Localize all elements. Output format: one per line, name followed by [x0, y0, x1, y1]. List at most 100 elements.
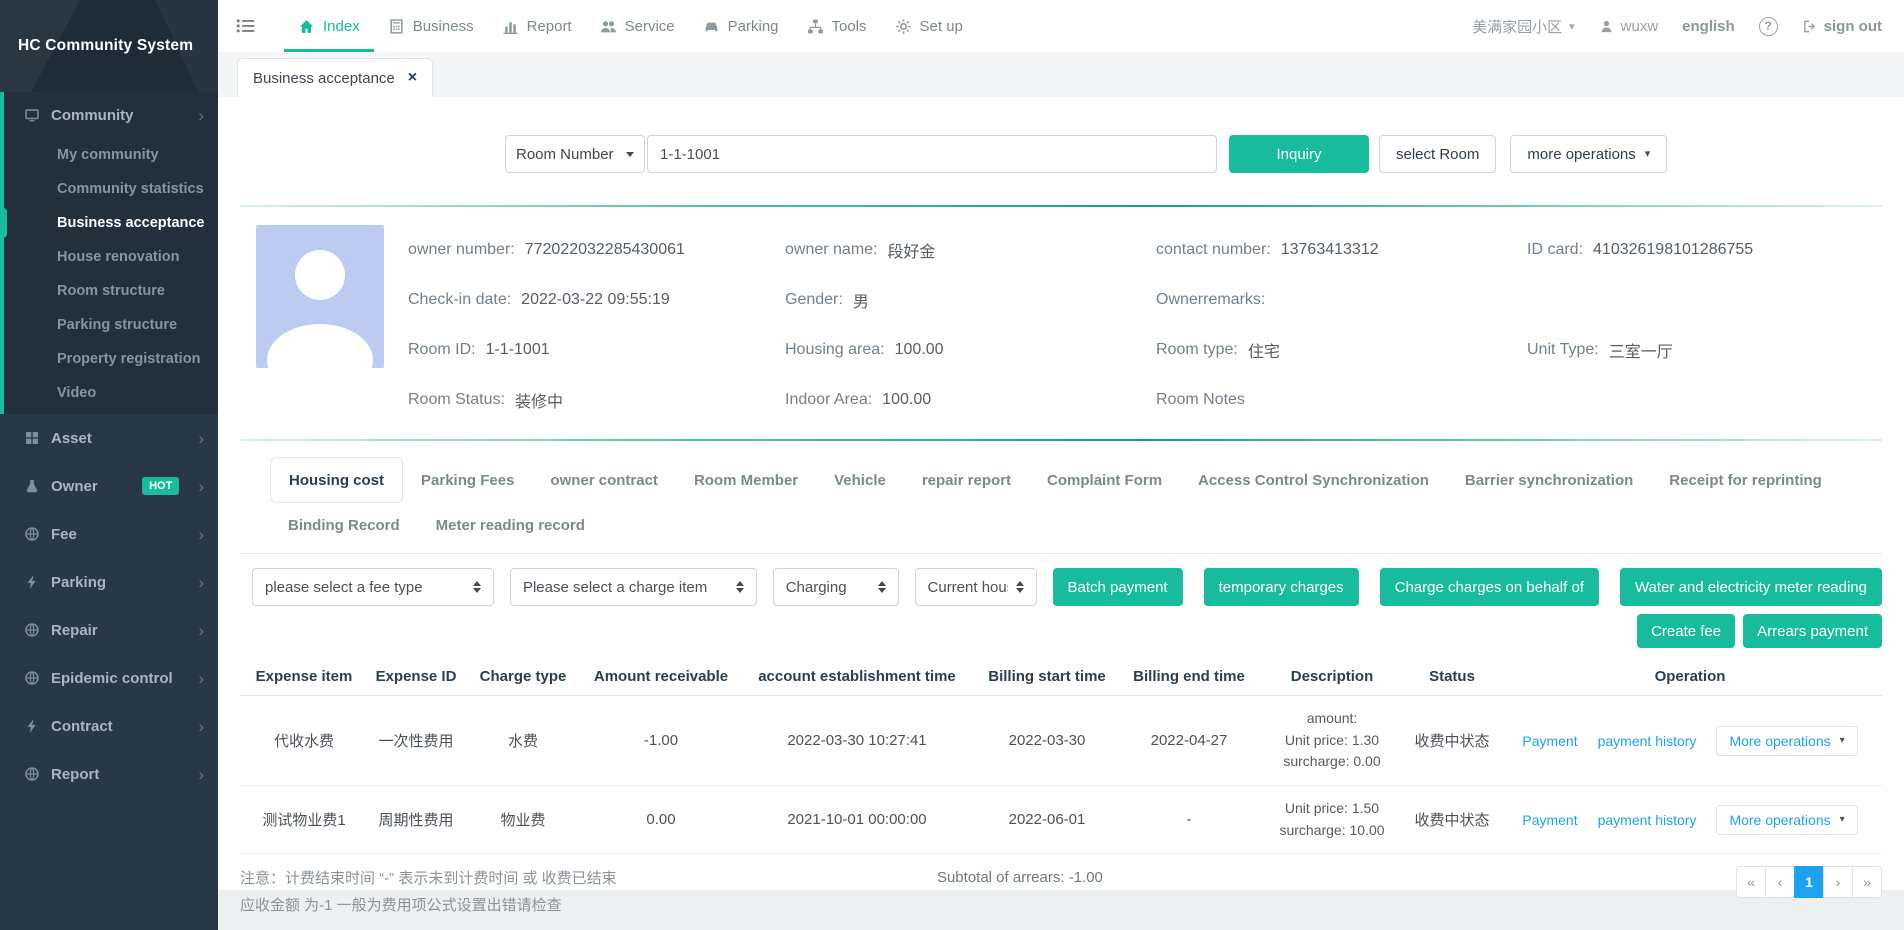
sidebar-item-label: Repair: [51, 622, 187, 639]
sidebar-item-fee[interactable]: Fee ›: [0, 510, 218, 558]
tab-service[interactable]: Service: [586, 0, 689, 52]
tab-business[interactable]: Business: [374, 0, 488, 52]
sidebar-item-repair[interactable]: Repair ›: [0, 606, 218, 654]
payment-link[interactable]: Payment: [1522, 733, 1577, 749]
payment-history-link[interactable]: payment history: [1598, 812, 1697, 828]
chevron-right-icon: ›: [198, 670, 204, 687]
detail-tabs-row2: Binding Record Meter reading record: [270, 505, 1882, 545]
gender-field: Gender:男: [785, 275, 1156, 325]
row-more-operations-dropdown[interactable]: More operations ▾: [1716, 805, 1857, 835]
arrears-payment-button[interactable]: Arrears payment: [1743, 614, 1882, 648]
nav-label: Service: [625, 18, 675, 35]
tab-barrier-sync[interactable]: Barrier synchronization: [1447, 457, 1651, 503]
sidebar-item-label: Owner: [51, 478, 131, 495]
sidebar-item-business-acceptance[interactable]: Business acceptance: [0, 206, 218, 240]
pagination-next[interactable]: ›: [1823, 866, 1853, 898]
sidebar-item-asset[interactable]: Asset ›: [0, 414, 218, 462]
tab-report[interactable]: Report: [488, 0, 586, 52]
language-switch[interactable]: english: [1682, 18, 1735, 35]
sidebar-item-epidemic-control[interactable]: Epidemic control ›: [0, 654, 218, 702]
globe-icon: [24, 622, 40, 638]
col-expense-item: Expense item: [240, 658, 368, 696]
charging-select[interactable]: Charging: [773, 568, 899, 606]
col-charge-type: Charge type: [464, 658, 582, 696]
footer-notes: 注意：计费结束时间 “-” 表示未到计费时间 或 收费已结束 应收金额 为-1 …: [240, 866, 860, 919]
bar-chart-icon: [502, 18, 519, 35]
tab-parking-fees[interactable]: Parking Fees: [403, 457, 532, 503]
inquiry-button[interactable]: Inquiry: [1229, 135, 1369, 173]
tab-repair-report[interactable]: repair report: [904, 457, 1029, 503]
current-house-select[interactable]: Current house: [915, 568, 1037, 606]
pagination-last[interactable]: »: [1852, 866, 1882, 898]
cell-operation: Payment payment history More operations …: [1498, 786, 1882, 854]
unit-type-field: Unit Type:三室一厅: [1527, 325, 1882, 375]
tab-room-member[interactable]: Room Member: [676, 457, 816, 503]
more-operations-dropdown[interactable]: more operations ▾: [1510, 135, 1667, 173]
pagination: « ‹ 1 › »: [1736, 866, 1882, 898]
close-icon[interactable]: ×: [408, 69, 417, 87]
sidebar-item-video[interactable]: Video: [0, 376, 218, 410]
col-amount-receivable: Amount receivable: [582, 658, 740, 696]
owner-info-grid: owner number:772022032285430061 owner na…: [408, 225, 1882, 425]
tab-meter-reading-record[interactable]: Meter reading record: [418, 505, 603, 545]
tab-set-up[interactable]: Set up: [881, 0, 977, 52]
pagination-first[interactable]: «: [1736, 866, 1766, 898]
search-input[interactable]: [647, 135, 1217, 173]
tab-housing-cost[interactable]: Housing cost: [270, 457, 403, 503]
search-type-select[interactable]: Room Number: [505, 135, 645, 173]
create-fee-button[interactable]: Create fee: [1637, 614, 1735, 648]
gear-icon: [895, 18, 912, 35]
footer-note-2: 应收金额 为-1 一般为费用项公式设置出错请检查: [240, 893, 860, 919]
batch-payment-button[interactable]: Batch payment: [1053, 568, 1183, 606]
sidebar-item-room-structure[interactable]: Room structure: [0, 274, 218, 308]
temporary-charges-button[interactable]: temporary charges: [1204, 568, 1359, 606]
water-electricity-reading-button[interactable]: Water and electricity meter reading: [1620, 568, 1882, 606]
hot-badge: HOT: [142, 477, 179, 495]
sidebar-item-parking-structure[interactable]: Parking structure: [0, 308, 218, 342]
table-footer: 注意：计费结束时间 “-” 表示未到计费时间 或 收费已结束 应收金额 为-1 …: [240, 866, 1882, 930]
pagination-prev[interactable]: ‹: [1765, 866, 1795, 898]
sidebar-item-owner[interactable]: Owner HOT ›: [0, 462, 218, 510]
payment-history-link[interactable]: payment history: [1598, 733, 1697, 749]
select-room-button[interactable]: select Room: [1379, 135, 1496, 173]
payment-link[interactable]: Payment: [1522, 812, 1577, 828]
charge-item-select[interactable]: Please select a charge item: [510, 568, 757, 606]
tab-owner-contract[interactable]: owner contract: [532, 457, 676, 503]
nav-label: Set up: [920, 18, 963, 35]
flask-icon: [24, 478, 40, 494]
tab-receipt-reprinting[interactable]: Receipt for reprinting: [1651, 457, 1840, 503]
row-more-operations-dropdown[interactable]: More operations ▾: [1716, 726, 1857, 756]
sidebar-item-property-registration[interactable]: Property registration: [0, 342, 218, 376]
sidebar-item-house-renovation[interactable]: House renovation: [0, 240, 218, 274]
sidebar-item-my-community[interactable]: My community: [0, 138, 218, 172]
sidebar-item-report[interactable]: Report ›: [0, 750, 218, 798]
tab-parking[interactable]: Parking: [689, 0, 793, 52]
tab-complaint-form[interactable]: Complaint Form: [1029, 457, 1180, 503]
monitor-icon: [24, 107, 40, 123]
tab-tools[interactable]: Tools: [793, 0, 881, 52]
charge-on-behalf-button[interactable]: Charge charges on behalf of: [1380, 568, 1599, 606]
chevron-right-icon: ›: [198, 478, 204, 495]
home-icon: [298, 18, 315, 35]
user-menu[interactable]: wuxw: [1599, 18, 1659, 35]
calculator-icon: [388, 18, 405, 35]
sidebar-item-contract[interactable]: Contract ›: [0, 702, 218, 750]
fee-type-select[interactable]: please select a fee type: [252, 568, 494, 606]
pagination-page-1[interactable]: 1: [1794, 866, 1824, 898]
help-icon[interactable]: ?: [1759, 17, 1778, 36]
indoor-area-field: Indoor Area:100.00: [785, 375, 1156, 425]
tab-index[interactable]: Index: [284, 0, 374, 52]
tab-binding-record[interactable]: Binding Record: [270, 505, 418, 545]
sign-out-button[interactable]: sign out: [1802, 18, 1882, 35]
nav-label: Tools: [832, 18, 867, 35]
tab-access-control-sync[interactable]: Access Control Synchronization: [1180, 457, 1447, 503]
sidebar-item-community-statistics[interactable]: Community statistics: [0, 172, 218, 206]
divider: [240, 439, 1882, 441]
sidebar-item-parking[interactable]: Parking ›: [0, 558, 218, 606]
community-selector[interactable]: 美满家园小区 ▾: [1472, 16, 1575, 37]
sidebar-item-label: Asset: [51, 430, 187, 447]
tab-vehicle[interactable]: Vehicle: [816, 457, 904, 503]
tab-business-acceptance[interactable]: Business acceptance ×: [237, 58, 433, 97]
menu-toggle-icon[interactable]: [236, 17, 256, 35]
sidebar-item-community[interactable]: Community ›: [0, 92, 218, 138]
